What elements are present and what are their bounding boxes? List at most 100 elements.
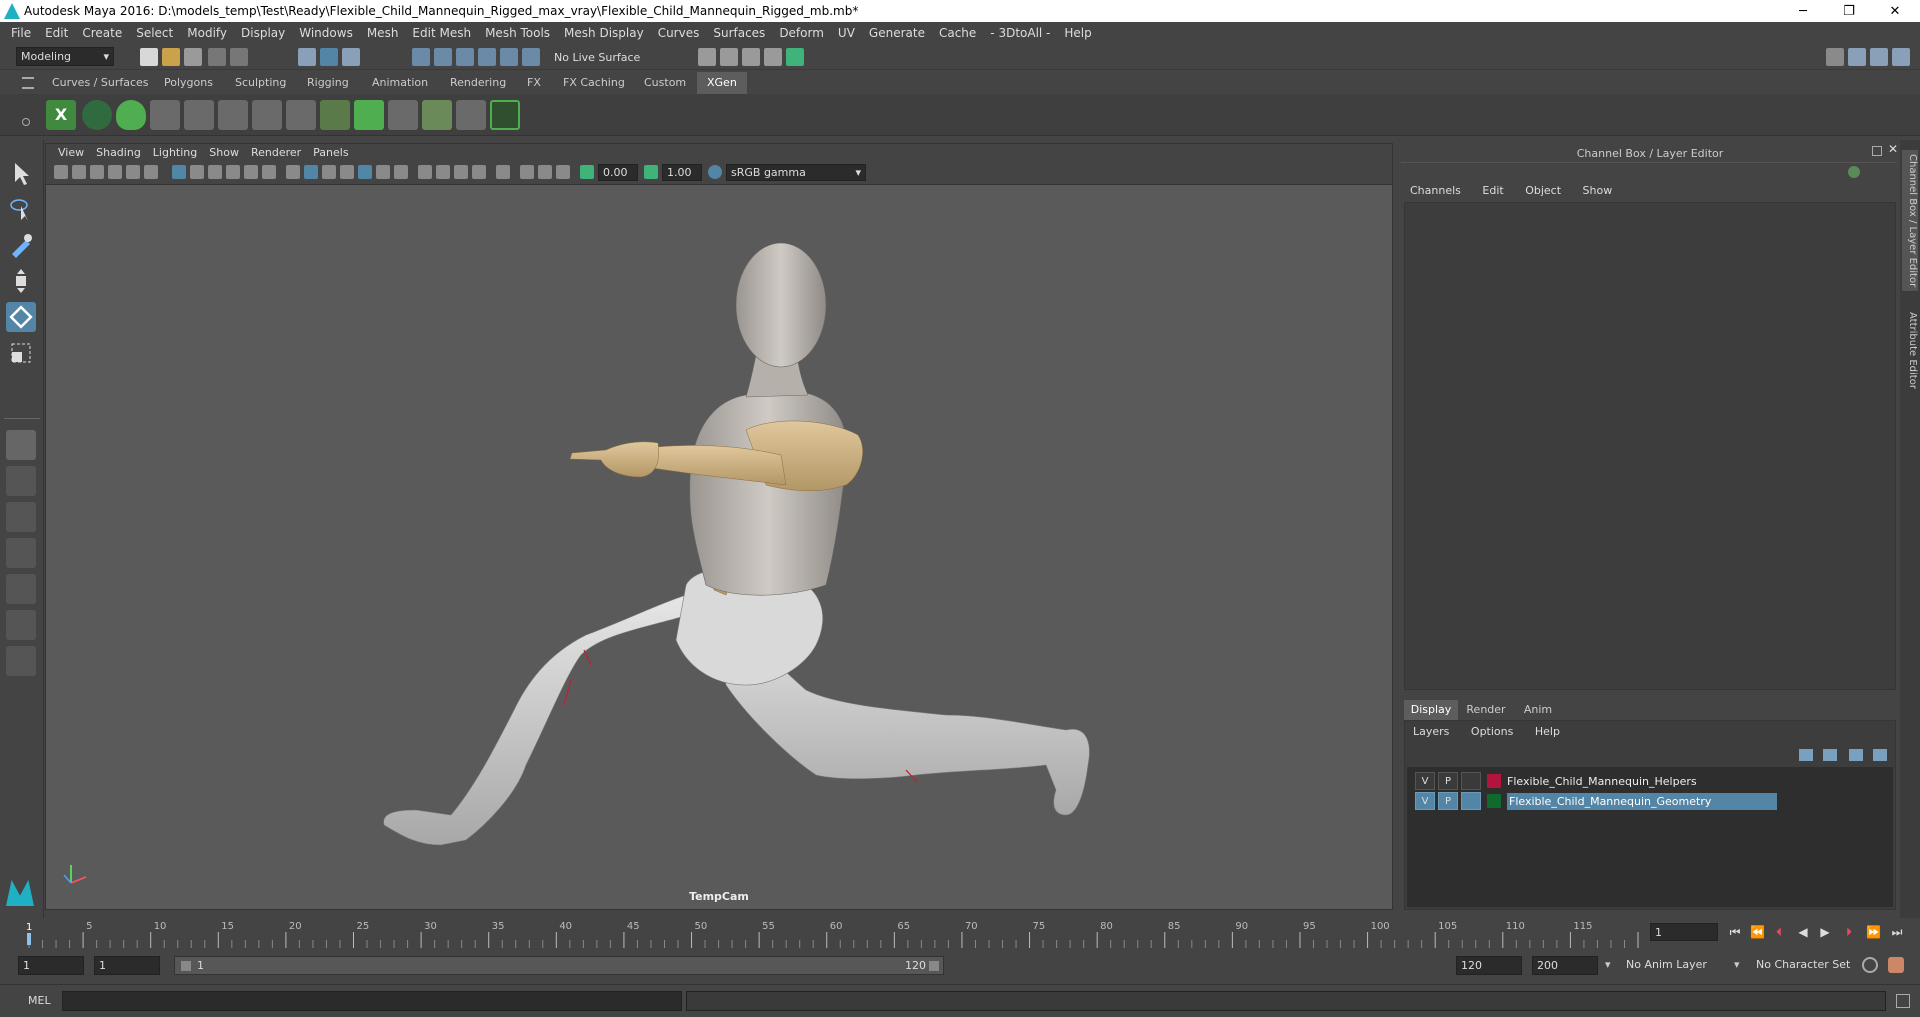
redo-icon[interactable] <box>230 48 248 66</box>
tab-custom[interactable]: Custom <box>634 72 696 94</box>
motion-blur-icon[interactable] <box>436 165 450 179</box>
xray-active-icon[interactable] <box>538 165 552 179</box>
viewport-menu-renderer[interactable]: Renderer <box>245 146 307 159</box>
float-panel-icon[interactable] <box>1872 146 1882 156</box>
xgen-editor-icon[interactable]: X <box>46 100 76 130</box>
snap-point-icon[interactable] <box>456 48 474 66</box>
scene-end-field[interactable]: 200 <box>1532 956 1598 975</box>
hypershade-layout-icon[interactable] <box>6 574 36 604</box>
chevron-down-icon[interactable]: ▾ <box>1734 958 1740 971</box>
close-button[interactable]: ✕ <box>1872 0 1918 22</box>
script-editor-icon[interactable] <box>1896 994 1910 1008</box>
undo-icon[interactable] <box>208 48 226 66</box>
xgen-flatten-icon[interactable] <box>456 100 486 130</box>
go-to-start-icon[interactable]: ⏮ <box>1728 925 1742 939</box>
xgen-layers-icon[interactable] <box>354 100 384 130</box>
layer-type-toggle[interactable] <box>1461 792 1481 810</box>
command-input[interactable] <box>62 991 682 1011</box>
live-surface-field[interactable]: No Live Surface <box>550 48 658 66</box>
mel-label[interactable]: MEL <box>28 994 51 1007</box>
xgen-grass-icon[interactable] <box>320 100 350 130</box>
close-panel-icon[interactable]: ✕ <box>1888 142 1898 156</box>
menu-windows[interactable]: Windows <box>292 26 360 40</box>
current-time-marker[interactable] <box>27 933 31 945</box>
xray-joints-icon[interactable] <box>520 165 534 179</box>
ambient-occlusion-icon[interactable] <box>418 165 432 179</box>
exposure-field[interactable]: 0.00 <box>598 164 638 181</box>
step-forward-frame-icon[interactable]: ⏵ <box>1842 925 1856 939</box>
save-scene-icon[interactable] <box>184 48 202 66</box>
grid-icon[interactable] <box>172 165 186 179</box>
menu-edit-mesh[interactable]: Edit Mesh <box>405 26 478 40</box>
field-chart-icon[interactable] <box>244 165 258 179</box>
xgen-cut-guide-icon[interactable] <box>388 100 418 130</box>
xgen-visibility-icon[interactable] <box>252 100 282 130</box>
tab-rendering[interactable]: Rendering <box>440 72 516 94</box>
xgen-preview-icon[interactable] <box>82 100 112 130</box>
layer-row[interactable]: V P Flexible_Child_Mannequin_Geometry <box>1415 791 1778 811</box>
gate-mask-icon[interactable] <box>226 165 240 179</box>
menu-modify[interactable]: Modify <box>180 26 234 40</box>
perspective-graph-layout-icon[interactable] <box>6 538 36 568</box>
gamma-field[interactable]: 1.00 <box>662 164 702 181</box>
toggle-tool-settings-icon[interactable] <box>1870 48 1888 66</box>
safe-action-icon[interactable] <box>262 165 276 179</box>
auto-key-icon[interactable] <box>1862 957 1878 973</box>
menu-3dtoall[interactable]: - 3DtoAll - <box>983 26 1057 40</box>
shelf-menu-icon[interactable] <box>22 77 34 89</box>
side-tab-channel-box[interactable]: Channel Box / Layer Editor <box>1902 150 1918 292</box>
layer-playback-toggle[interactable]: P <box>1438 792 1458 810</box>
render-view-icon[interactable] <box>698 48 716 66</box>
viewport-menu-panels[interactable]: Panels <box>307 146 354 159</box>
move-layer-down-icon[interactable] <box>1823 749 1837 761</box>
menu-generate[interactable]: Generate <box>862 26 932 40</box>
channel-box-attrs-icon[interactable] <box>1848 166 1860 178</box>
current-frame-field[interactable]: 1 <box>1650 923 1718 941</box>
menu-cache[interactable]: Cache <box>932 26 983 40</box>
menu-edit[interactable]: Edit <box>38 26 75 40</box>
step-back-frame-icon[interactable]: ⏴ <box>1772 925 1786 939</box>
single-perspective-layout-icon[interactable] <box>6 430 36 460</box>
wireframe-on-shaded-icon[interactable] <box>322 165 336 179</box>
layer-row[interactable]: V P Flexible_Child_Mannequin_Helpers <box>1415 771 1697 791</box>
textured-icon[interactable] <box>358 165 372 179</box>
toggle-channel-box-icon[interactable] <box>1892 48 1910 66</box>
layer-menu-layers[interactable]: Layers <box>1413 725 1449 738</box>
scale-tool-icon[interactable] <box>6 338 36 368</box>
playback-start-field[interactable]: 1 <box>94 956 160 975</box>
layer-color-swatch[interactable] <box>1487 774 1501 788</box>
tab-polygons[interactable]: Polygons <box>154 72 223 94</box>
xgen-create-description-icon[interactable] <box>116 100 146 130</box>
xgen-lock-icon[interactable] <box>286 100 316 130</box>
menu-mesh-tools[interactable]: Mesh Tools <box>478 26 557 40</box>
animation-preferences-icon[interactable] <box>1888 957 1904 973</box>
layer-playback-toggle[interactable]: P <box>1438 772 1458 790</box>
anti-aliasing-icon[interactable] <box>454 165 468 179</box>
menu-deform[interactable]: Deform <box>772 26 831 40</box>
render-frame-icon[interactable] <box>720 48 738 66</box>
scene-start-field[interactable]: 1 <box>18 956 84 975</box>
smooth-shade-icon[interactable] <box>304 165 318 179</box>
snap-view-icon[interactable] <box>478 48 496 66</box>
play-forward-icon[interactable]: ▶ <box>1818 925 1832 939</box>
menu-uv[interactable]: UV <box>831 26 862 40</box>
mannequin-model[interactable] <box>46 185 1392 885</box>
menu-select[interactable]: Select <box>129 26 180 40</box>
viewport-menu-lighting[interactable]: Lighting <box>147 146 203 159</box>
layer-visibility-toggle[interactable]: V <box>1415 792 1435 810</box>
tab-sculpting[interactable]: Sculpting <box>225 72 296 94</box>
layer-color-swatch[interactable] <box>1487 794 1501 808</box>
tab-curves-surfaces[interactable]: Curves / Surfaces <box>42 72 159 94</box>
ipr-render-icon[interactable] <box>742 48 760 66</box>
snap-magnet-icon[interactable] <box>522 48 540 66</box>
move-layer-up-icon[interactable] <box>1799 749 1813 761</box>
wireframe-icon[interactable] <box>286 165 300 179</box>
hypershade-icon[interactable] <box>786 48 804 66</box>
snap-grid-icon[interactable] <box>412 48 430 66</box>
range-start-handle[interactable] <box>181 961 191 971</box>
four-view-layout-icon[interactable] <box>6 466 36 496</box>
frame-all-icon[interactable] <box>556 165 570 179</box>
time-slider[interactable]: 5 10 15 20 25 30 35 40 45 50 55 60 65 70 75 80 85 90 95 100… <box>0 918 1920 948</box>
range-end-handle[interactable] <box>929 961 939 971</box>
anim-layer-select[interactable]: No Anim Layer <box>1626 958 1707 971</box>
